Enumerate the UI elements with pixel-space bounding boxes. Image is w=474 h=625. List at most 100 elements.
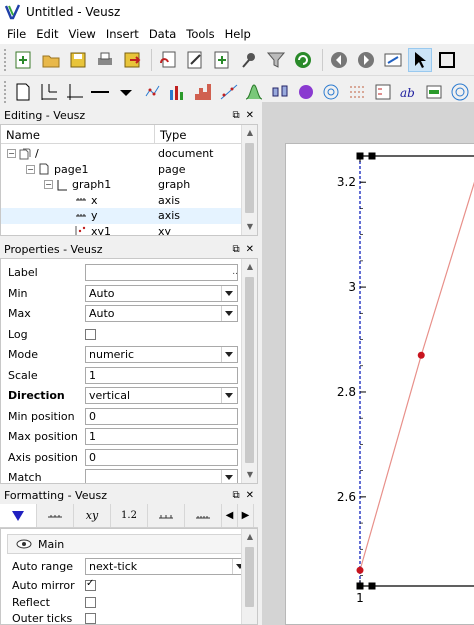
axis-menu-button[interactable]	[115, 80, 138, 104]
add-grid-button[interactable]	[38, 80, 61, 104]
main-section-header[interactable]: Main	[7, 534, 243, 554]
float-icon[interactable]: ⧉	[232, 244, 239, 255]
log-checkbox[interactable]	[85, 328, 96, 340]
export-button[interactable]	[120, 48, 144, 72]
scroll-up-icon[interactable]: ▲	[242, 529, 257, 545]
menu-view[interactable]: View	[64, 27, 101, 41]
add-xy-button[interactable]	[140, 80, 163, 104]
menu-data[interactable]: Data	[144, 27, 181, 41]
outer-ticks-checkbox[interactable]	[85, 613, 96, 624]
new-document-button[interactable]	[12, 48, 36, 72]
add-function-button[interactable]	[243, 80, 266, 104]
tree-row-graph1[interactable]: − graph1 graph	[1, 177, 243, 193]
tree-row-name: /	[35, 147, 39, 161]
properties-scroll-thumb[interactable]	[245, 277, 254, 463]
toolbar-grip[interactable]	[4, 80, 8, 103]
tab-minor-ticks[interactable]	[185, 504, 222, 527]
tree-row-root[interactable]: − / document	[1, 146, 243, 162]
tab-line[interactable]	[37, 504, 74, 527]
close-icon[interactable]: ✕	[246, 110, 254, 121]
tab-tick-labels[interactable]: 1.2	[111, 504, 148, 527]
open-button[interactable]	[39, 48, 63, 72]
capture-data-button[interactable]	[237, 48, 261, 72]
close-icon[interactable]: ✕	[246, 490, 254, 501]
toolbar-grip[interactable]	[4, 48, 8, 71]
add-graph-button[interactable]	[63, 80, 86, 104]
add-image-button[interactable]	[294, 80, 317, 104]
next-page-button[interactable]	[354, 48, 378, 72]
menu-help[interactable]: Help	[220, 27, 256, 41]
formatting-scrollbar[interactable]: ▲	[241, 529, 257, 624]
scroll-up-icon[interactable]: ▲	[242, 125, 257, 141]
scale-input[interactable]: 1	[85, 366, 238, 384]
reflect-checkbox[interactable]	[85, 596, 96, 608]
collapse-icon[interactable]: −	[44, 180, 53, 190]
auto-range-select[interactable]: next-tick	[85, 558, 249, 575]
min-position-input[interactable]: 0	[85, 407, 238, 425]
add-contour-button[interactable]	[320, 80, 343, 104]
label-input[interactable]	[85, 263, 238, 281]
close-icon[interactable]: ✕	[246, 244, 254, 255]
add-axis-button[interactable]	[89, 80, 112, 104]
tab-major-ticks[interactable]	[148, 504, 185, 527]
max-select[interactable]: Auto	[85, 305, 238, 323]
float-icon[interactable]: ⧉	[232, 490, 239, 501]
tree-row-y[interactable]: y axis	[1, 208, 243, 224]
add-label-button[interactable]: ab	[397, 80, 420, 104]
tree-scrollbar[interactable]: ▲ ▼	[241, 125, 257, 235]
name-column-header[interactable]: Name	[1, 125, 155, 143]
scroll-down-icon[interactable]: ▼	[242, 219, 257, 235]
auto-mirror-checkbox[interactable]	[85, 578, 96, 591]
edit-ellipsis-button[interactable]: ..	[232, 267, 238, 277]
edit-data-button[interactable]	[183, 48, 207, 72]
add-fit-button[interactable]	[217, 80, 240, 104]
formatting-scroll-thumb[interactable]	[245, 547, 254, 607]
tree-row-x[interactable]: x axis	[1, 193, 243, 209]
add-key-button[interactable]	[371, 80, 394, 104]
plot-window[interactable]: 2.62.833.212	[262, 102, 474, 625]
plot-page[interactable]: 2.62.833.212	[286, 144, 474, 624]
add-page-button[interactable]	[12, 80, 35, 104]
collapse-icon[interactable]: −	[26, 164, 35, 174]
add-colorbar-button[interactable]	[423, 80, 446, 104]
scroll-down-icon[interactable]: ▼	[242, 467, 257, 483]
add-bar-button[interactable]	[166, 80, 189, 104]
add-vectorfield-button[interactable]	[346, 80, 369, 104]
collapse-icon[interactable]: −	[7, 149, 16, 159]
undo-button[interactable]	[156, 48, 180, 72]
menu-insert[interactable]: Insert	[101, 27, 144, 41]
menu-file[interactable]: File	[2, 27, 31, 41]
tree-row-page1[interactable]: − page1 page	[1, 162, 243, 178]
tabs-scroll-left-button[interactable]: ◀	[222, 504, 238, 527]
mode-select[interactable]: numeric	[85, 346, 238, 364]
create-dataset-button[interactable]	[210, 48, 234, 72]
max-position-input[interactable]: 1	[85, 428, 238, 446]
add-boxplot-button[interactable]	[269, 80, 292, 104]
filter-data-button[interactable]	[264, 48, 288, 72]
tree-scroll-thumb[interactable]	[245, 143, 254, 213]
direction-select[interactable]: vertical	[85, 387, 238, 405]
tree-row-xy1[interactable]: xy1 xy	[1, 224, 243, 235]
min-select[interactable]: Auto	[85, 284, 238, 302]
scroll-up-icon[interactable]: ▲	[242, 259, 257, 275]
previous-page-button[interactable]	[327, 48, 351, 72]
plot-svg[interactable]: 2.62.833.212	[286, 144, 474, 624]
menu-edit[interactable]: Edit	[31, 27, 63, 41]
tab-label[interactable]: xy	[74, 504, 111, 527]
tab-main[interactable]	[0, 504, 37, 527]
reload-button[interactable]	[291, 48, 315, 72]
fullscreen-button[interactable]	[381, 48, 405, 72]
save-button[interactable]	[66, 48, 90, 72]
tabs-scroll-right-button[interactable]: ▶	[238, 504, 254, 527]
float-icon[interactable]: ⧉	[232, 110, 239, 121]
type-column-header[interactable]: Type	[155, 125, 191, 143]
axis-position-input[interactable]: 0	[85, 448, 238, 466]
select-mode-button[interactable]	[408, 47, 432, 72]
match-select[interactable]	[85, 469, 238, 483]
add-histogram-button[interactable]	[192, 80, 215, 104]
add-polar-button[interactable]	[448, 80, 471, 104]
graph-zoom-button[interactable]	[435, 48, 459, 72]
properties-scrollbar[interactable]: ▲ ▼	[241, 259, 257, 483]
menu-tools[interactable]: Tools	[181, 27, 219, 41]
print-button[interactable]	[93, 48, 117, 72]
